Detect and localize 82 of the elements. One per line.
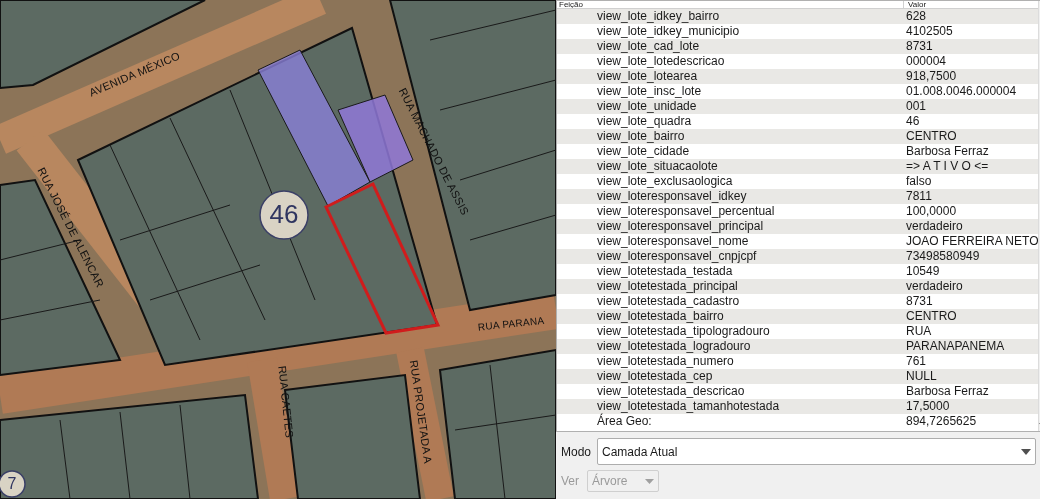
column-header[interactable]: Feição [557,1,903,8]
attribute-row[interactable]: view_lotetestada_principal verdadeiro [557,279,1039,294]
mode-label: Modo [561,443,592,461]
field-name: view_lotetestada_cadastro [596,294,741,309]
field-value: falso [906,174,933,189]
field-value: 001 [906,99,928,114]
street-label: RUA PROJETADA A [407,359,435,465]
field-value: RUA [906,324,933,339]
field-name: view_lote_exclusaologica [596,174,734,189]
field-name: view_lotetestada_principal [596,279,739,294]
field-value: verdadeiro [906,219,964,234]
field-name: view_lotetestada_logradouro [596,339,752,354]
block-number-badge [259,190,309,240]
field-value: 894,7265625 [906,414,978,429]
field-name: view_lote_lotearea [596,69,699,84]
field-name: view_lotetestada_descricao [596,384,746,399]
field-name: view_loteresponsavel_nome [596,234,750,249]
field-value: JOAO FERREIRA NETO [906,234,1039,249]
field-name: Área Geo: [596,414,652,429]
field-value: PARANAPANEMA [906,339,1006,354]
field-value: 17,5000 [906,399,951,414]
field-name: view_lote_idkey_municipio [596,24,741,39]
field-name: view_lote_situacaolote [596,159,719,174]
street-label: RUA PARANA [477,314,545,333]
field-name: view_lote_idkey_bairro [596,9,721,24]
caret-icon [1021,448,1031,455]
field-value: 761 [906,354,928,369]
field-name: view_lote_bairro [596,129,686,144]
field-value: => A T I V O <= [906,159,990,174]
block-number: 46 [269,198,299,229]
field-value: 46 [906,114,921,129]
field-value: 000004 [906,54,948,69]
field-name: view_lote_unidade [596,99,698,114]
field-name: view_lotetestada_testada [596,264,734,279]
field-value: NULL [906,369,938,384]
field-value: CENTRO [906,129,958,144]
field-name: view_lotetestada_tamanhotestada [596,399,781,414]
attribute-row[interactable]: view_lotetestada_tamanhotestada 17,5000 [557,399,1039,414]
field-name: view_loteresponsavel_percentual [596,204,776,219]
field-value: 73498580949 [906,249,981,264]
attribute-row[interactable]: view_lotetestada_cep NULL [557,369,1039,384]
attribute-row[interactable]: view_loteresponsavel_principal verdadeiro [557,219,1039,234]
attribute-row[interactable]: view_lote_cad_lote 8731 [557,39,1039,54]
field-value: 7811 [906,189,933,204]
mode-dropdown[interactable]: Camada Atual [597,438,1036,465]
attribute-row[interactable]: view_loteresponsavel_idkey 7811 [557,189,1039,204]
attribute-row[interactable]: view_lote_idkey_bairro 628 [557,9,1039,24]
field-name: view_loteresponsavel_cnpjcpf [596,249,758,264]
attribute-row[interactable]: view_lote_bairro CENTRO [557,129,1039,144]
field-name: view_lote_cidade [596,144,691,159]
field-value: verdadeiro [906,279,964,294]
attribute-row[interactable]: view_lotetestada_logradouro PARANAPANEMA [557,339,1039,354]
field-name: view_lotetestada_numero [596,354,735,369]
field-name: view_loteresponsavel_principal [596,219,765,234]
field-value: 918,7500 [906,69,958,84]
field-value: 01.008.0046.000004 [906,84,1018,99]
field-value: 4102505 [906,24,954,39]
field-value: CENTRO [906,309,958,324]
field-value: 100,0000 [906,204,958,219]
block-number: 7 [7,475,17,493]
field-value: 10549 [906,264,941,279]
field-name: view_lotetestada_cep [596,369,714,384]
field-name: view_lote_cad_lote [596,39,701,54]
block-number-badge [0,470,26,498]
field-value: 628 [906,9,928,24]
field-name: view_lote_quadra [596,114,693,129]
field-value: Barbosa Ferraz [906,144,990,159]
caret-icon [645,478,654,484]
field-name: view_loteresponsavel_idkey [596,189,748,204]
field-name: view_lote_insc_lote [596,84,703,99]
attribute-row[interactable]: view_lotetestada_bairro CENTRO [557,309,1039,324]
field-name: view_lotetestada_tipologradouro [596,324,771,339]
field-value: Barbosa Ferraz [906,384,990,399]
field-value: 8731 [906,294,934,309]
attribute-row[interactable]: view_lote_situacaolote => A T I V O <= [557,159,1039,174]
attribute-row[interactable]: view_lote_unidade 001 [557,99,1039,114]
attribute-row[interactable]: view_lote_lotearea 918,7500 [557,69,1039,84]
attribute-row[interactable]: view_loteresponsavel_cnpjcpf 73498580949 [557,249,1039,264]
field-value: 8731 [906,39,934,54]
view-label: Ver [561,473,579,490]
field-name: view_lotetestada_bairro [596,309,725,324]
field-name: view_lote_lotedescricao [596,54,726,69]
